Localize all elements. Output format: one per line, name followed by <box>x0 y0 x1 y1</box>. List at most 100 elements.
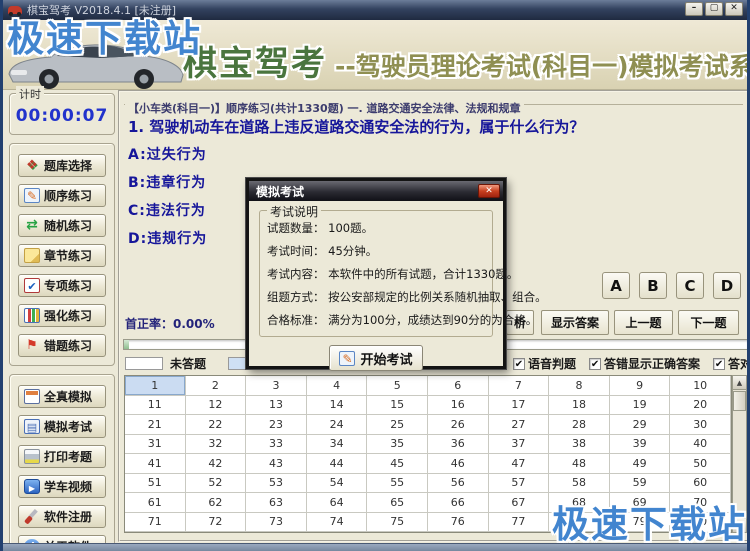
question-cell-20[interactable]: 20 <box>670 396 731 416</box>
question-cell-52[interactable]: 52 <box>186 474 247 494</box>
question-cell-10[interactable]: 10 <box>670 376 731 396</box>
question-cell-22[interactable]: 22 <box>186 415 247 435</box>
question-cell-76[interactable]: 76 <box>428 513 489 533</box>
question-cell-56[interactable]: 56 <box>428 474 489 494</box>
question-cell-23[interactable]: 23 <box>246 415 307 435</box>
question-cell-48[interactable]: 48 <box>549 454 610 474</box>
question-cell-61[interactable]: 61 <box>125 493 186 513</box>
question-cell-9[interactable]: 9 <box>610 376 671 396</box>
question-cell-13[interactable]: 13 <box>246 396 307 416</box>
question-cell-74[interactable]: 74 <box>307 513 368 533</box>
question-cell-51[interactable]: 51 <box>125 474 186 494</box>
sidebar-item-software-register[interactable]: 软件注册 <box>18 505 106 528</box>
question-cell-8[interactable]: 8 <box>549 376 610 396</box>
question-cell-40[interactable]: 40 <box>670 435 731 455</box>
checkbox-icon[interactable]: ✔ <box>513 358 525 370</box>
question-cell-66[interactable]: 66 <box>428 493 489 513</box>
question-cell-25[interactable]: 25 <box>367 415 428 435</box>
question-cell-15[interactable]: 15 <box>367 396 428 416</box>
start-exam-button[interactable]: 开始考试 <box>329 345 423 371</box>
sidebar-item-driving-videos[interactable]: 学车视频 <box>18 475 106 498</box>
question-cell-72[interactable]: 72 <box>186 513 247 533</box>
scrollbar-thumb[interactable] <box>733 391 746 411</box>
answer-button-d[interactable]: D <box>713 272 741 299</box>
question-cell-3[interactable]: 3 <box>246 376 307 396</box>
question-cell-24[interactable]: 24 <box>307 415 368 435</box>
question-cell-16[interactable]: 16 <box>428 396 489 416</box>
question-cell-59[interactable]: 59 <box>610 474 671 494</box>
question-cell-34[interactable]: 34 <box>307 435 368 455</box>
question-cell-18[interactable]: 18 <box>549 396 610 416</box>
dialog-close-button[interactable]: ✕ <box>478 184 500 198</box>
question-cell-49[interactable]: 49 <box>610 454 671 474</box>
checkbox-voice-judge[interactable]: ✔语音判题 <box>513 355 576 372</box>
answer-button-a[interactable]: A <box>602 272 630 299</box>
question-cell-54[interactable]: 54 <box>307 474 368 494</box>
question-cell-21[interactable]: 21 <box>125 415 186 435</box>
question-cell-29[interactable]: 29 <box>610 415 671 435</box>
answer-button-c[interactable]: C <box>676 272 704 299</box>
sidebar-item-intensive-practice[interactable]: 强化练习 <box>18 304 106 327</box>
sidebar-item-wrong-question-practice[interactable]: 错题练习 <box>18 334 106 357</box>
question-cell-46[interactable]: 46 <box>428 454 489 474</box>
question-cell-4[interactable]: 4 <box>307 376 368 396</box>
question-cell-19[interactable]: 19 <box>610 396 671 416</box>
checkbox-auto-next-on-correct[interactable]: ✔答对转下一题 <box>713 355 750 372</box>
question-cell-17[interactable]: 17 <box>489 396 550 416</box>
question-cell-47[interactable]: 47 <box>489 454 550 474</box>
question-cell-7[interactable]: 7 <box>489 376 550 396</box>
question-cell-33[interactable]: 33 <box>246 435 307 455</box>
question-cell-77[interactable]: 77 <box>489 513 550 533</box>
checkbox-show-correct-on-wrong[interactable]: ✔答错显示正确答案 <box>589 355 700 372</box>
question-cell-35[interactable]: 35 <box>367 435 428 455</box>
close-button[interactable]: ✕ <box>725 2 743 16</box>
prev-question-button[interactable]: 上一题 <box>614 310 673 335</box>
question-cell-39[interactable]: 39 <box>610 435 671 455</box>
question-cell-44[interactable]: 44 <box>307 454 368 474</box>
question-cell-41[interactable]: 41 <box>125 454 186 474</box>
sidebar-item-sequential-practice[interactable]: 顺序练习 <box>18 184 106 207</box>
sidebar-item-full-simulation[interactable]: 全真模拟 <box>18 385 106 408</box>
question-cell-57[interactable]: 57 <box>489 474 550 494</box>
sidebar-item-question-bank-select[interactable]: 题库选择 <box>18 154 106 177</box>
question-cell-31[interactable]: 31 <box>125 435 186 455</box>
sidebar-item-mock-exam[interactable]: 模拟考试 <box>18 415 106 438</box>
question-cell-2[interactable]: 2 <box>186 376 247 396</box>
question-cell-64[interactable]: 64 <box>307 493 368 513</box>
question-cell-73[interactable]: 73 <box>246 513 307 533</box>
show-answer-button[interactable]: 显示答案 <box>541 310 609 335</box>
next-question-button[interactable]: 下一题 <box>678 310 739 335</box>
question-cell-58[interactable]: 58 <box>549 474 610 494</box>
question-cell-28[interactable]: 28 <box>549 415 610 435</box>
question-cell-55[interactable]: 55 <box>367 474 428 494</box>
scroll-up-icon[interactable]: ▲ <box>733 376 746 390</box>
question-cell-42[interactable]: 42 <box>186 454 247 474</box>
question-cell-53[interactable]: 53 <box>246 474 307 494</box>
question-cell-45[interactable]: 45 <box>367 454 428 474</box>
question-cell-5[interactable]: 5 <box>367 376 428 396</box>
question-cell-63[interactable]: 63 <box>246 493 307 513</box>
question-cell-1[interactable]: 1 <box>125 376 186 396</box>
sidebar-item-print-questions[interactable]: 打印考题 <box>18 445 106 468</box>
maximize-button[interactable]: ▢ <box>705 2 723 16</box>
question-cell-12[interactable]: 12 <box>186 396 247 416</box>
question-cell-30[interactable]: 30 <box>670 415 731 435</box>
question-cell-27[interactable]: 27 <box>489 415 550 435</box>
question-cell-71[interactable]: 71 <box>125 513 186 533</box>
question-cell-38[interactable]: 38 <box>549 435 610 455</box>
question-cell-60[interactable]: 60 <box>670 474 731 494</box>
checkbox-icon[interactable]: ✔ <box>589 358 601 370</box>
sidebar-item-special-practice[interactable]: 专项练习 <box>18 274 106 297</box>
question-cell-75[interactable]: 75 <box>367 513 428 533</box>
question-cell-67[interactable]: 67 <box>489 493 550 513</box>
question-cell-36[interactable]: 36 <box>428 435 489 455</box>
question-cell-50[interactable]: 50 <box>670 454 731 474</box>
minimize-button[interactable]: – <box>685 2 703 16</box>
question-cell-37[interactable]: 37 <box>489 435 550 455</box>
answer-button-b[interactable]: B <box>639 272 667 299</box>
question-cell-11[interactable]: 11 <box>125 396 186 416</box>
sidebar-item-random-practice[interactable]: 随机练习 <box>18 214 106 237</box>
question-cell-6[interactable]: 6 <box>428 376 489 396</box>
sidebar-item-chapter-practice[interactable]: 章节练习 <box>18 244 106 267</box>
question-cell-43[interactable]: 43 <box>246 454 307 474</box>
